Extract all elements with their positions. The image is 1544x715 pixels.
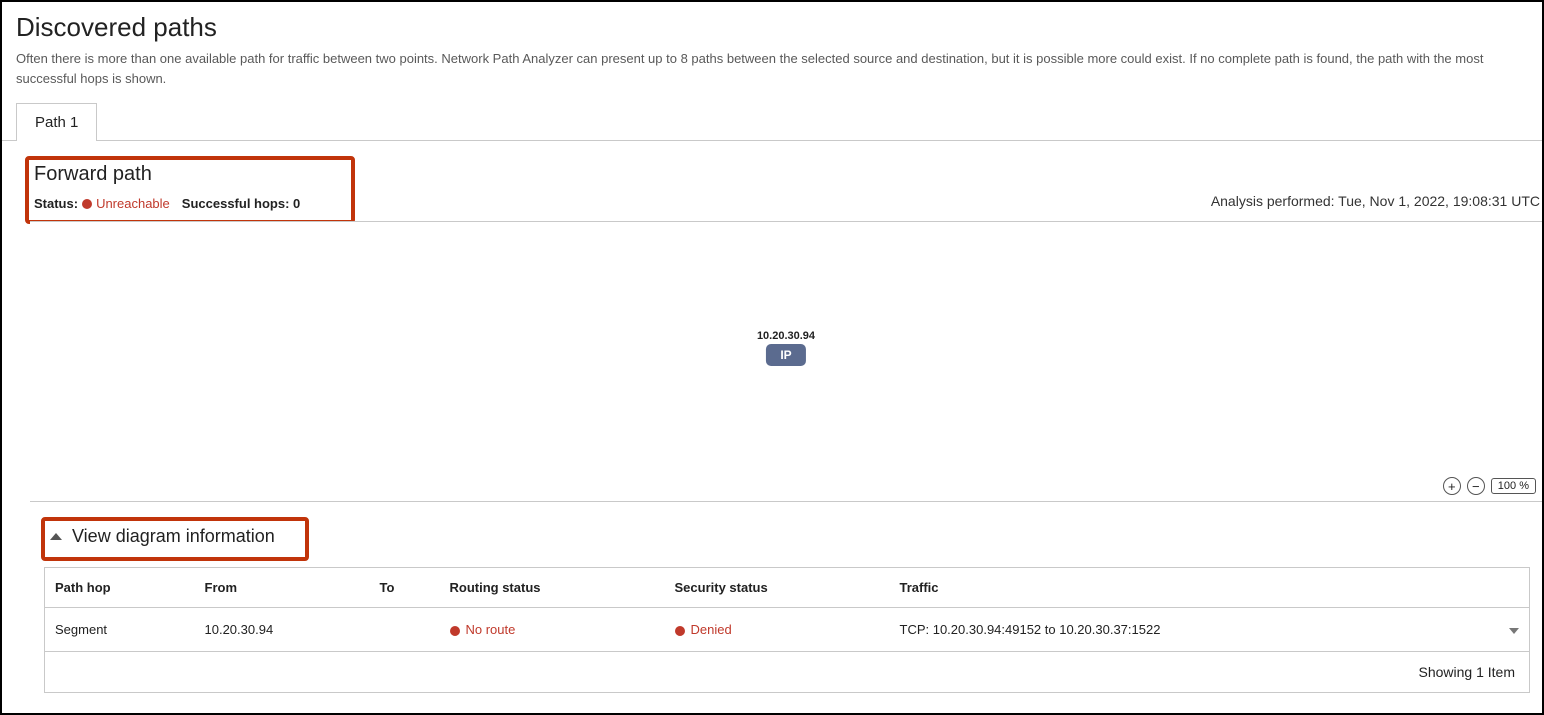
table-header-row: Path hop From To Routing status Security…	[45, 568, 1530, 608]
zoom-out-icon[interactable]: −	[1467, 477, 1485, 495]
page-description: Often there is more than one available p…	[2, 49, 1542, 102]
col-routing-status[interactable]: Routing status	[440, 568, 665, 608]
table-footer: Showing 1 Item	[44, 652, 1530, 693]
view-diagram-info-label: View diagram information	[72, 526, 275, 547]
zoom-level-display[interactable]: 100 %	[1491, 478, 1536, 494]
analysis-performed: Analysis performed: Tue, Nov 1, 2022, 19…	[1211, 193, 1542, 209]
col-traffic[interactable]: Traffic	[890, 568, 1530, 608]
status-dot-icon	[82, 199, 92, 209]
chevron-down-icon	[1509, 628, 1519, 634]
path-diagram-canvas[interactable]: 10.20.30.94 IP + − 100 %	[30, 221, 1542, 501]
cell-expand[interactable]	[1490, 608, 1530, 652]
table-row[interactable]: Segment 10.20.30.94 No route Denied TCP:…	[45, 608, 1530, 652]
cell-from: 10.20.30.94	[195, 608, 370, 652]
cell-traffic: TCP: 10.20.30.94:49152 to 10.20.30.37:15…	[890, 608, 1490, 652]
col-security-status[interactable]: Security status	[665, 568, 890, 608]
status-value: Unreachable	[96, 196, 170, 211]
status-dot-icon	[675, 626, 685, 636]
diagram-node-ip-label: 10.20.30.94	[757, 330, 815, 342]
status-dot-icon	[450, 626, 460, 636]
col-path-hop[interactable]: Path hop	[45, 568, 195, 608]
zoom-controls: + − 100 %	[1443, 477, 1536, 495]
successful-hops-label: Successful hops: 0	[182, 196, 301, 211]
divider	[30, 501, 1542, 502]
cell-routing-status: No route	[440, 608, 665, 652]
diagram-node-ip-badge: IP	[766, 344, 805, 366]
view-diagram-info-toggle[interactable]: View diagram information	[44, 520, 1530, 553]
diagram-info-section: View diagram information Path hop From T…	[44, 520, 1542, 693]
zoom-in-icon[interactable]: +	[1443, 477, 1461, 495]
cell-path-hop: Segment	[45, 608, 195, 652]
chevron-up-icon	[50, 533, 62, 540]
page-title: Discovered paths	[2, 2, 1542, 49]
cell-security-status: Denied	[665, 608, 890, 652]
tab-path-1[interactable]: Path 1	[16, 103, 97, 141]
status-label: Status:	[34, 196, 78, 211]
col-from[interactable]: From	[195, 568, 370, 608]
cell-to	[370, 608, 440, 652]
forward-path-title: Forward path	[28, 159, 1542, 186]
diagram-node-ip[interactable]: 10.20.30.94 IP	[757, 330, 815, 366]
tabs-row: Path 1	[2, 102, 1542, 141]
diagram-info-table: Path hop From To Routing status Security…	[44, 567, 1530, 652]
forward-path-block: Forward path Status: Unreachable Success…	[28, 159, 1542, 211]
col-to[interactable]: To	[370, 568, 440, 608]
